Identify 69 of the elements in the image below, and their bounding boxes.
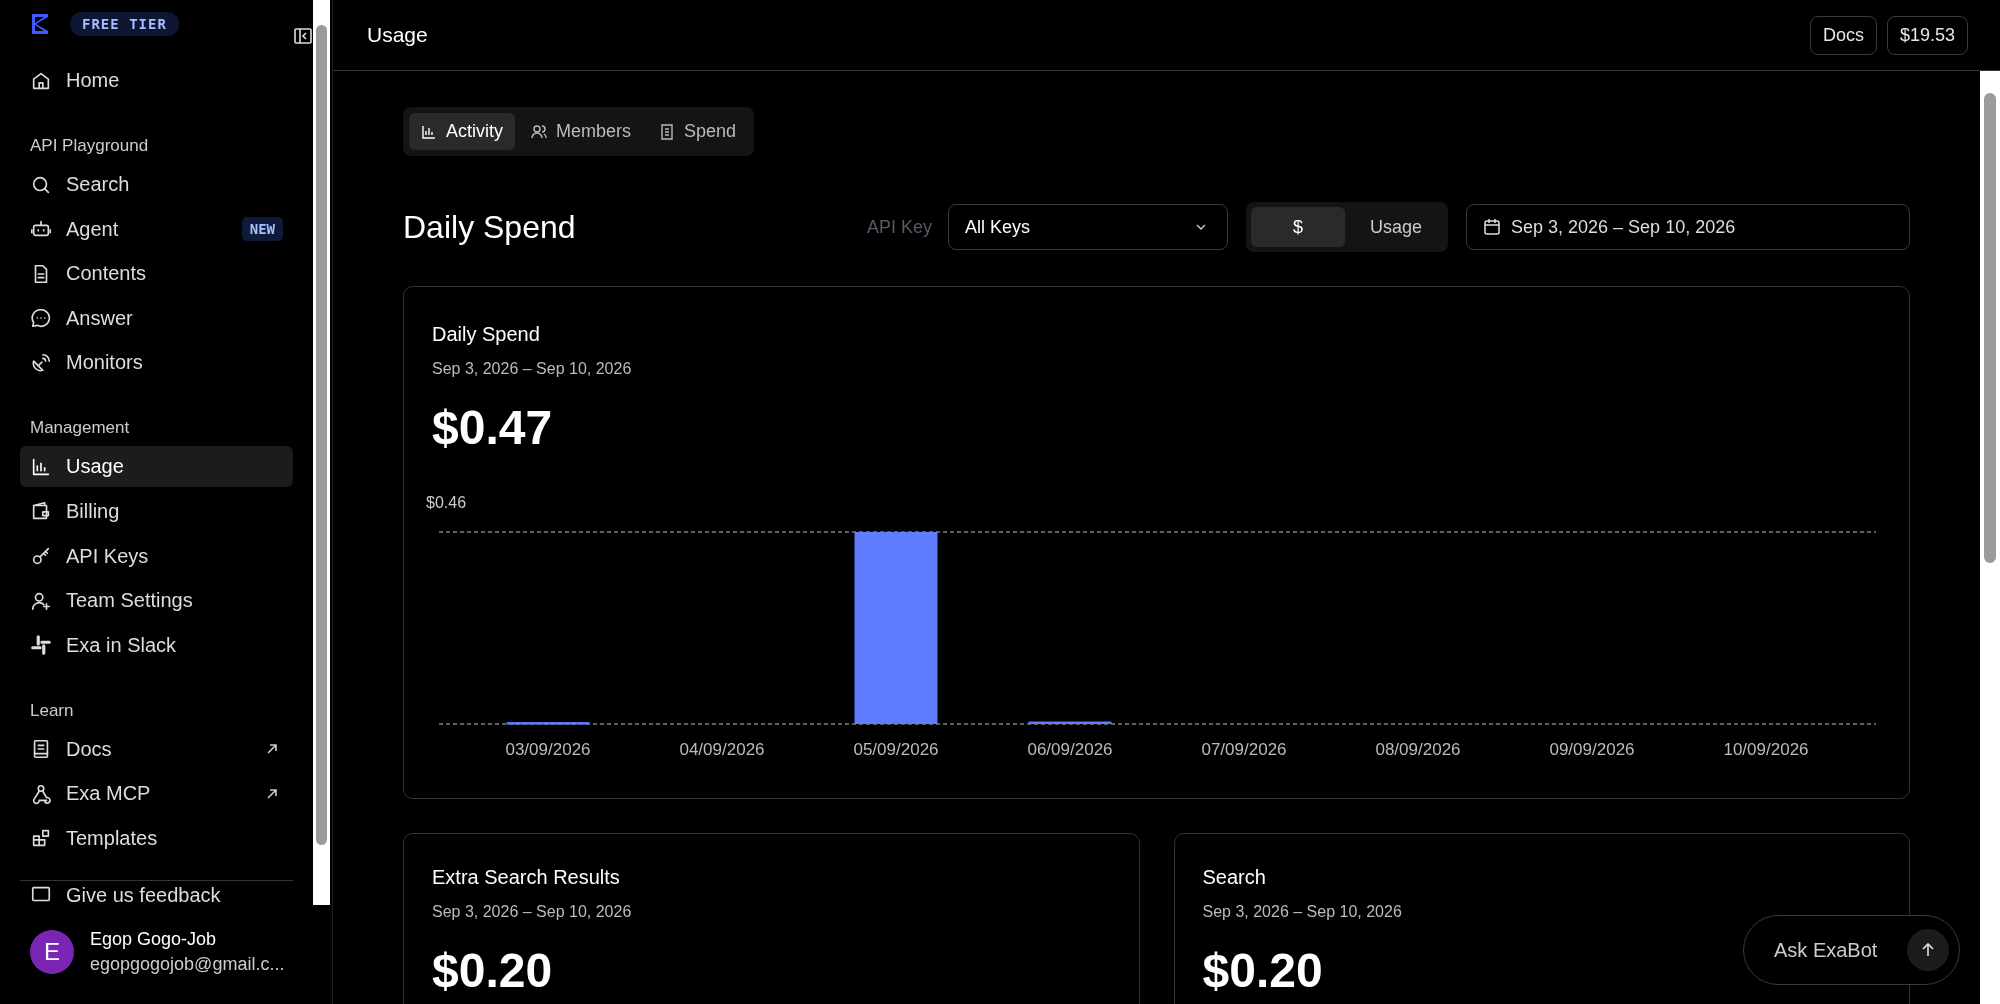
- bar-chart-icon: [421, 123, 437, 140]
- card-title: Extra Search Results: [432, 866, 621, 889]
- total-amount: $0.20: [1202, 943, 1323, 998]
- bar[interactable]: [1028, 721, 1112, 724]
- avatar[interactable]: E: [30, 930, 74, 974]
- date-range-picker[interactable]: Sep 3, 2026 – Sep 10, 2026: [1466, 204, 1910, 250]
- nav-item[interactable]: Contents: [20, 253, 293, 295]
- collapse-sidebar-icon[interactable]: [294, 27, 312, 45]
- axis-tick-label: 03/09/2026: [505, 740, 591, 759]
- nav-item[interactable]: Billing: [20, 490, 293, 532]
- tier-badge: FREE TIER: [70, 12, 179, 36]
- card-title: Daily Spend: [432, 323, 541, 346]
- scrollbar[interactable]: [313, 0, 330, 905]
- nav-item[interactable]: Answer: [20, 297, 293, 339]
- nav-item[interactable]: Give us feedback: [20, 882, 293, 905]
- axis-tick-label: 08/09/2026: [1375, 740, 1461, 759]
- nav-item[interactable]: Monitors: [20, 342, 293, 384]
- date-range: Sep 3, 2026 – Sep 10, 2026: [1202, 903, 1403, 921]
- section-heading: Learn: [29, 699, 75, 722]
- chat-input[interactable]: Ask ExaBot: [1772, 937, 1907, 963]
- section-heading: Management: [29, 417, 131, 440]
- api-key-dropdown[interactable]: All Keys: [948, 204, 1228, 250]
- nav-item[interactable]: API Keys: [20, 535, 293, 577]
- section-title: Daily Spend: [403, 208, 576, 246]
- page-title: Usage: [367, 23, 428, 47]
- user-email: egopgogojob@gmail.c...: [90, 954, 285, 975]
- tab[interactable]: Activity: [409, 113, 515, 150]
- axis-tick-label: 09/09/2026: [1549, 740, 1635, 759]
- total-amount: $0.47: [432, 400, 553, 455]
- axis-tick-label: 04/09/2026: [679, 740, 765, 759]
- axis-tick-label: 06/09/2026: [1027, 740, 1113, 759]
- nav-item[interactable]: Templates: [20, 817, 293, 859]
- users-icon: [531, 123, 547, 140]
- card-title: Search: [1202, 866, 1267, 889]
- axis-tick-label: 10/09/2026: [1723, 740, 1809, 759]
- tab[interactable]: Spend: [647, 113, 749, 150]
- axis-tick-label: 07/09/2026: [1201, 740, 1287, 759]
- header-button[interactable]: Docs: [1809, 15, 1877, 55]
- nav-item[interactable]: Exa MCP: [20, 773, 293, 815]
- send-button[interactable]: [1907, 929, 1949, 971]
- api-key-label: API Key: [866, 216, 932, 238]
- mode-option[interactable]: $: [1251, 207, 1345, 247]
- total-amount: $0.20: [432, 943, 553, 998]
- arrow-up-icon: [1920, 942, 1936, 958]
- chat-bubble-icon: [30, 307, 52, 330]
- satellite-icon: [30, 351, 52, 374]
- axis-tick-label: $0.46: [426, 494, 467, 511]
- nav-item[interactable]: Usage: [20, 446, 293, 488]
- header-button[interactable]: $19.53: [1886, 15, 1968, 55]
- scrollbar[interactable]: [1980, 71, 2000, 1004]
- document-icon: [659, 123, 676, 140]
- mode-option[interactable]: Usage: [1349, 207, 1443, 247]
- tab[interactable]: Members: [519, 113, 644, 150]
- logo-icon: [30, 13, 50, 35]
- nav-item[interactable]: Search: [20, 164, 293, 205]
- nav-item[interactable]: Home: [20, 60, 293, 101]
- calendar-icon: [1483, 218, 1501, 236]
- date-range: Sep 3, 2026 – Sep 10, 2026: [432, 360, 633, 378]
- axis-tick-label: 05/09/2026: [853, 740, 939, 759]
- bar[interactable]: [854, 532, 938, 724]
- nav-item[interactable]: Docs: [20, 728, 293, 770]
- nav-item[interactable]: Agent NEW: [20, 208, 293, 250]
- date-range: Sep 3, 2026 – Sep 10, 2026: [432, 903, 633, 921]
- nav-item[interactable]: Exa in Slack: [20, 624, 293, 666]
- bar[interactable]: [506, 722, 590, 725]
- nav-item[interactable]: Team Settings: [20, 580, 293, 622]
- new-badge: NEW: [241, 217, 283, 242]
- section-heading: API Playground: [29, 135, 150, 157]
- user-name: Egop Gogo-Job: [90, 929, 218, 950]
